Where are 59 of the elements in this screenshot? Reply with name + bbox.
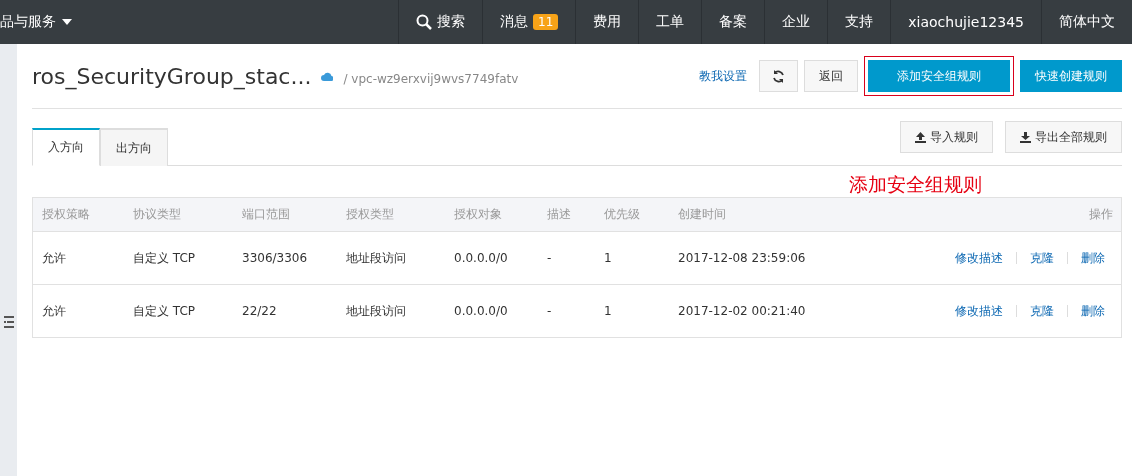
column-header: 协议类型 [133,206,182,223]
column-header: 优先级 [604,206,641,223]
search-icon [416,14,432,30]
action-link[interactable]: 克隆 [1030,249,1054,267]
column-header: 授权对象 [454,206,503,223]
table-cell-text: 2017-12-08 23:59:06 [678,251,807,265]
nav-item[interactable]: 工单 [638,0,702,44]
search-button[interactable]: 搜索 [398,0,482,44]
table-cell-text: 0.0.0.0/0 [454,304,509,318]
refresh-button[interactable] [759,60,798,92]
table-cell-text: 1 [604,304,613,318]
table-cell-text: 地址段访问 [346,302,407,320]
vpc-id: / vpc-wz9erxvij9wvs7749fatv [343,72,519,86]
table-cell-text: 自定义 TCP [133,302,197,320]
column-header: 授权策略 [42,206,91,223]
table-cell-text: 3306/3306 [242,251,309,265]
messages-button[interactable]: 消息 11 [482,0,576,44]
refresh-icon [772,69,785,83]
table-cell-text: 允许 [42,249,67,267]
annotation-text: 添加安全组规则 [849,172,982,197]
direction-tab[interactable]: 出方向 [100,128,168,166]
table-cell-text: 0.0.0.0/0 [454,251,509,265]
action-link[interactable]: 删除 [1081,302,1105,320]
nav-item[interactable]: 简体中文 [1041,0,1132,44]
export-button[interactable]: 导出全部规则 [1005,121,1122,153]
upload-icon [915,131,926,143]
table-cell-text: 自定义 TCP [133,249,197,267]
page-title: ros_SecurityGroup_stac... [32,63,312,89]
count-badge: 11 [533,14,559,30]
column-header: 授权类型 [346,206,395,223]
nav-item[interactable]: 企业 [764,0,828,44]
table-cell-text: 2017-12-02 00:21:40 [678,304,807,318]
nav-item[interactable]: 支持 [827,0,891,44]
direction-tab[interactable]: 入方向 [32,128,100,166]
action-link[interactable]: 修改描述 [955,249,1003,267]
table-cell-text: - [547,304,553,318]
table-cell-text: 地址段访问 [346,249,407,267]
column-header: 创建时间 [678,206,727,223]
action-link[interactable]: 克隆 [1030,302,1054,320]
download-icon [1020,131,1031,143]
action-link[interactable]: 修改描述 [955,302,1003,320]
column-header: 端口范围 [242,206,291,223]
table-cell-text: 1 [604,251,613,265]
column-header: 描述 [547,206,572,223]
nav-item[interactable]: xiaochujie12345 [890,0,1041,44]
table-cell-text: 允许 [42,302,67,320]
table-cell-text: - [547,251,553,265]
cloud-icon [321,71,334,81]
caret-icon [62,19,72,25]
table-cell-text: 22/22 [242,304,278,318]
products-menu[interactable]: 品与服务 [0,13,72,31]
back-button[interactable]: 返回 [804,60,858,92]
list-icon [4,316,14,328]
action-link[interactable]: 删除 [1081,249,1105,267]
import-button[interactable]: 导入规则 [900,121,993,153]
nav-item[interactable]: 费用 [575,0,639,44]
nav-item[interactable]: 备案 [701,0,765,44]
help-link[interactable]: 教我设置 [699,67,747,85]
column-header: 操作 [1088,206,1114,223]
